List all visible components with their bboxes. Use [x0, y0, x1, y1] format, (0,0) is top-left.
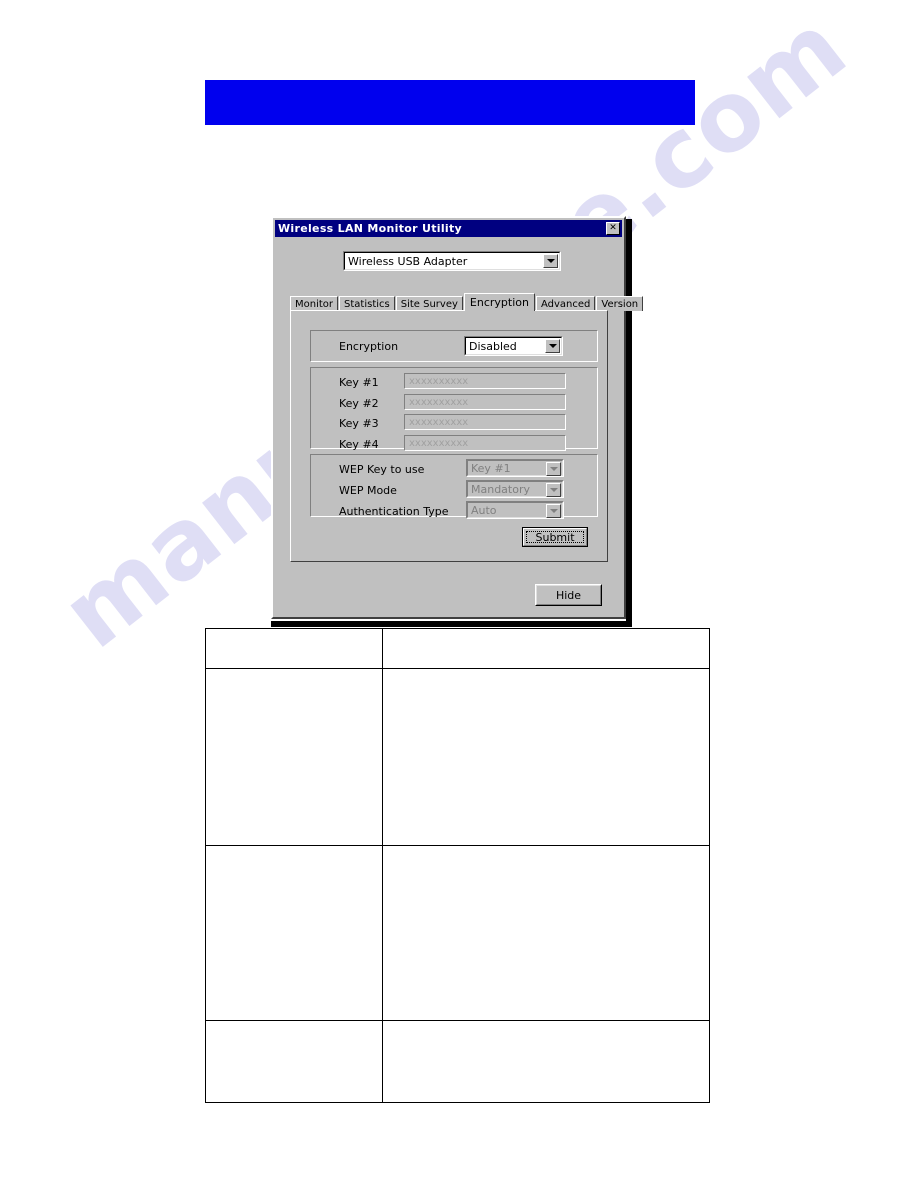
submit-button[interactable]: Submit	[522, 527, 588, 547]
chevron-down-icon[interactable]	[546, 483, 561, 497]
key2-field[interactable]: xxxxxxxxxx	[404, 394, 566, 410]
tab-advanced[interactable]: Advanced	[535, 296, 596, 311]
key1-field[interactable]: xxxxxxxxxx	[404, 373, 566, 389]
chevron-down-icon[interactable]	[543, 254, 558, 268]
dialog-shadow-right	[626, 219, 632, 624]
dialog-shadow-bottom	[271, 621, 632, 627]
chevron-down-icon[interactable]	[545, 339, 560, 353]
table-cell-label	[205, 668, 383, 846]
key2-value: xxxxxxxxxx	[409, 396, 469, 408]
key1-value: xxxxxxxxxx	[409, 375, 469, 387]
table-cell-description	[381, 668, 711, 846]
hide-button[interactable]: Hide	[535, 584, 602, 606]
wireless-lan-monitor-dialog: Wireless LAN Monitor Utility ✕ Wireless …	[271, 216, 644, 619]
table-row	[205, 845, 711, 1021]
wep-settings-group: WEP Key to use WEP Mode Authentication T…	[310, 454, 598, 519]
wep-key-to-use-value: Key #1	[471, 461, 511, 475]
key4-value: xxxxxxxxxx	[409, 437, 469, 449]
encryption-select-value: Disabled	[469, 339, 517, 353]
dialog-title: Wireless LAN Monitor Utility	[278, 222, 463, 235]
table-row	[205, 668, 711, 846]
authentication-type-label: Authentication Type	[339, 505, 449, 518]
wep-mode-label: WEP Mode	[339, 484, 397, 497]
tab-encryption[interactable]: Encryption	[463, 293, 535, 311]
tab-version-label: Version	[601, 298, 639, 310]
table-cell-description	[381, 845, 711, 1021]
tab-version[interactable]: Version	[596, 296, 644, 311]
key1-label: Key #1	[339, 376, 379, 389]
header-banner	[205, 80, 695, 125]
close-glyph: ✕	[609, 222, 617, 233]
encryption-select[interactable]: Disabled	[464, 336, 563, 356]
encryption-tab-page: Encryption Disabled Key #1 Key #2 Key #3…	[290, 310, 608, 562]
hide-button-label: Hide	[555, 588, 582, 602]
close-icon[interactable]: ✕	[606, 222, 620, 235]
tab-monitor-label: Monitor	[295, 298, 334, 310]
tab-site-survey[interactable]: Site Survey	[395, 296, 463, 311]
tab-monitor[interactable]: Monitor	[290, 296, 339, 311]
table-cell-label	[205, 845, 383, 1021]
key3-field[interactable]: xxxxxxxxxx	[404, 414, 566, 430]
wep-key-to-use-label: WEP Key to use	[339, 463, 425, 476]
dialog-titlebar: Wireless LAN Monitor Utility ✕	[275, 220, 622, 237]
key2-label: Key #2	[339, 397, 379, 410]
wep-mode-select[interactable]: Mandatory	[466, 480, 564, 498]
table-cell-label	[205, 628, 383, 669]
wep-key-to-use-select[interactable]: Key #1	[466, 459, 564, 477]
tab-advanced-label: Advanced	[540, 298, 591, 310]
adapter-select-value: Wireless USB Adapter	[348, 254, 468, 268]
adapter-select[interactable]: Wireless USB Adapter	[343, 251, 561, 271]
key4-label: Key #4	[339, 438, 379, 451]
tab-site-survey-label: Site Survey	[400, 298, 458, 310]
authentication-type-select[interactable]: Auto	[466, 501, 564, 519]
encryption-group: Encryption Disabled	[310, 330, 598, 362]
description-table-body	[205, 628, 711, 1103]
tab-statistics[interactable]: Statistics	[339, 296, 395, 311]
table-row	[205, 628, 711, 669]
chevron-down-icon[interactable]	[546, 504, 561, 518]
key3-label: Key #3	[339, 417, 379, 430]
submit-button-label: Submit	[535, 530, 575, 544]
table-cell-description	[381, 628, 711, 669]
wep-keys-group: Key #1 Key #2 Key #3 Key #4 xxxxxxxxxx x…	[310, 367, 598, 451]
chevron-down-icon[interactable]	[546, 462, 561, 476]
key3-value: xxxxxxxxxx	[409, 416, 469, 428]
authentication-type-value: Auto	[471, 503, 497, 517]
encryption-label: Encryption	[339, 340, 399, 353]
wep-mode-value: Mandatory	[471, 482, 531, 496]
key4-field[interactable]: xxxxxxxxxx	[404, 435, 566, 451]
description-table	[205, 628, 711, 1103]
table-cell-description	[381, 1020, 711, 1103]
tab-strip: Monitor Statistics Site Survey Encryptio…	[290, 293, 644, 311]
table-cell-label	[205, 1020, 383, 1103]
tab-encryption-label: Encryption	[469, 296, 529, 309]
tab-statistics-label: Statistics	[344, 298, 390, 310]
table-row	[205, 1020, 711, 1103]
